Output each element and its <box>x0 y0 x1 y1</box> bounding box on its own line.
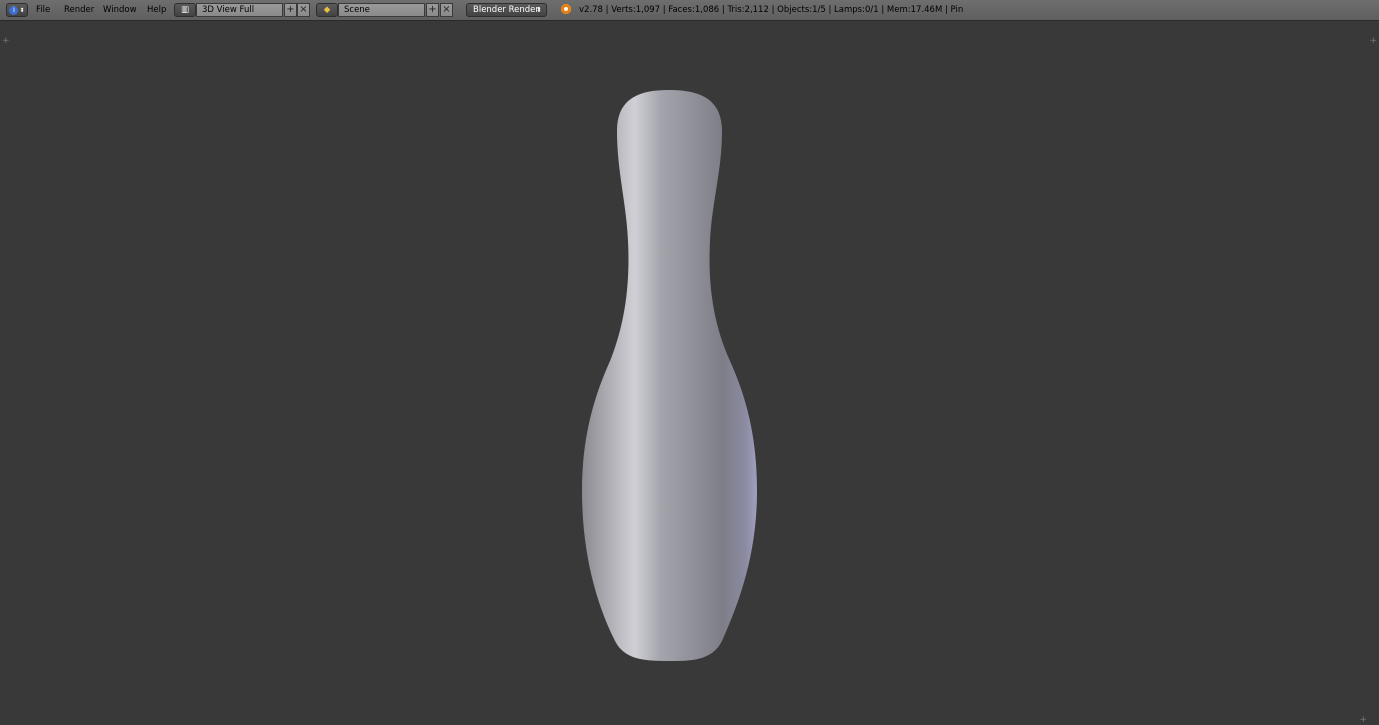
add-scene-button[interactable]: + <box>426 3 439 17</box>
remove-layout-button[interactable]: × <box>297 3 310 17</box>
editor-type-button[interactable]: i ⬍ <box>6 3 28 17</box>
menu-window[interactable]: Window <box>103 5 137 15</box>
3d-viewport[interactable]: + + + <box>0 21 1379 725</box>
render-engine-label: Blender Render <box>473 5 539 15</box>
scene-icon: ◆ <box>323 5 331 15</box>
scene-statistics: v2.78 | Verts:1,097 | Faces:1,086 | Tris… <box>579 5 964 15</box>
scene-button[interactable]: ◆ <box>316 3 338 17</box>
screen-layout-icon: ▥ <box>180 5 190 15</box>
x-icon: × <box>442 4 451 15</box>
bowling-pin-mesh[interactable] <box>0 21 1379 725</box>
info-icon: i <box>9 5 19 15</box>
screen-layout-button[interactable]: ▥ <box>174 3 196 17</box>
menu-file[interactable]: File <box>36 5 50 15</box>
menu-render[interactable]: Render <box>64 5 94 15</box>
plus-icon: + <box>428 4 437 15</box>
blender-logo-icon <box>561 4 571 14</box>
render-engine-dropdown[interactable]: Blender Render ⬍ <box>466 3 547 17</box>
menu-help[interactable]: Help <box>147 5 166 15</box>
plus-icon: + <box>286 4 295 15</box>
add-layout-button[interactable]: + <box>284 3 297 17</box>
screen-layout-field[interactable]: 3D View Full <box>196 3 283 17</box>
info-header: i ⬍ File Render Window Help ▥ 3D View Ful… <box>0 0 1379 21</box>
x-icon: × <box>299 4 308 15</box>
remove-scene-button[interactable]: × <box>440 3 453 17</box>
scene-field[interactable]: Scene <box>338 3 425 17</box>
